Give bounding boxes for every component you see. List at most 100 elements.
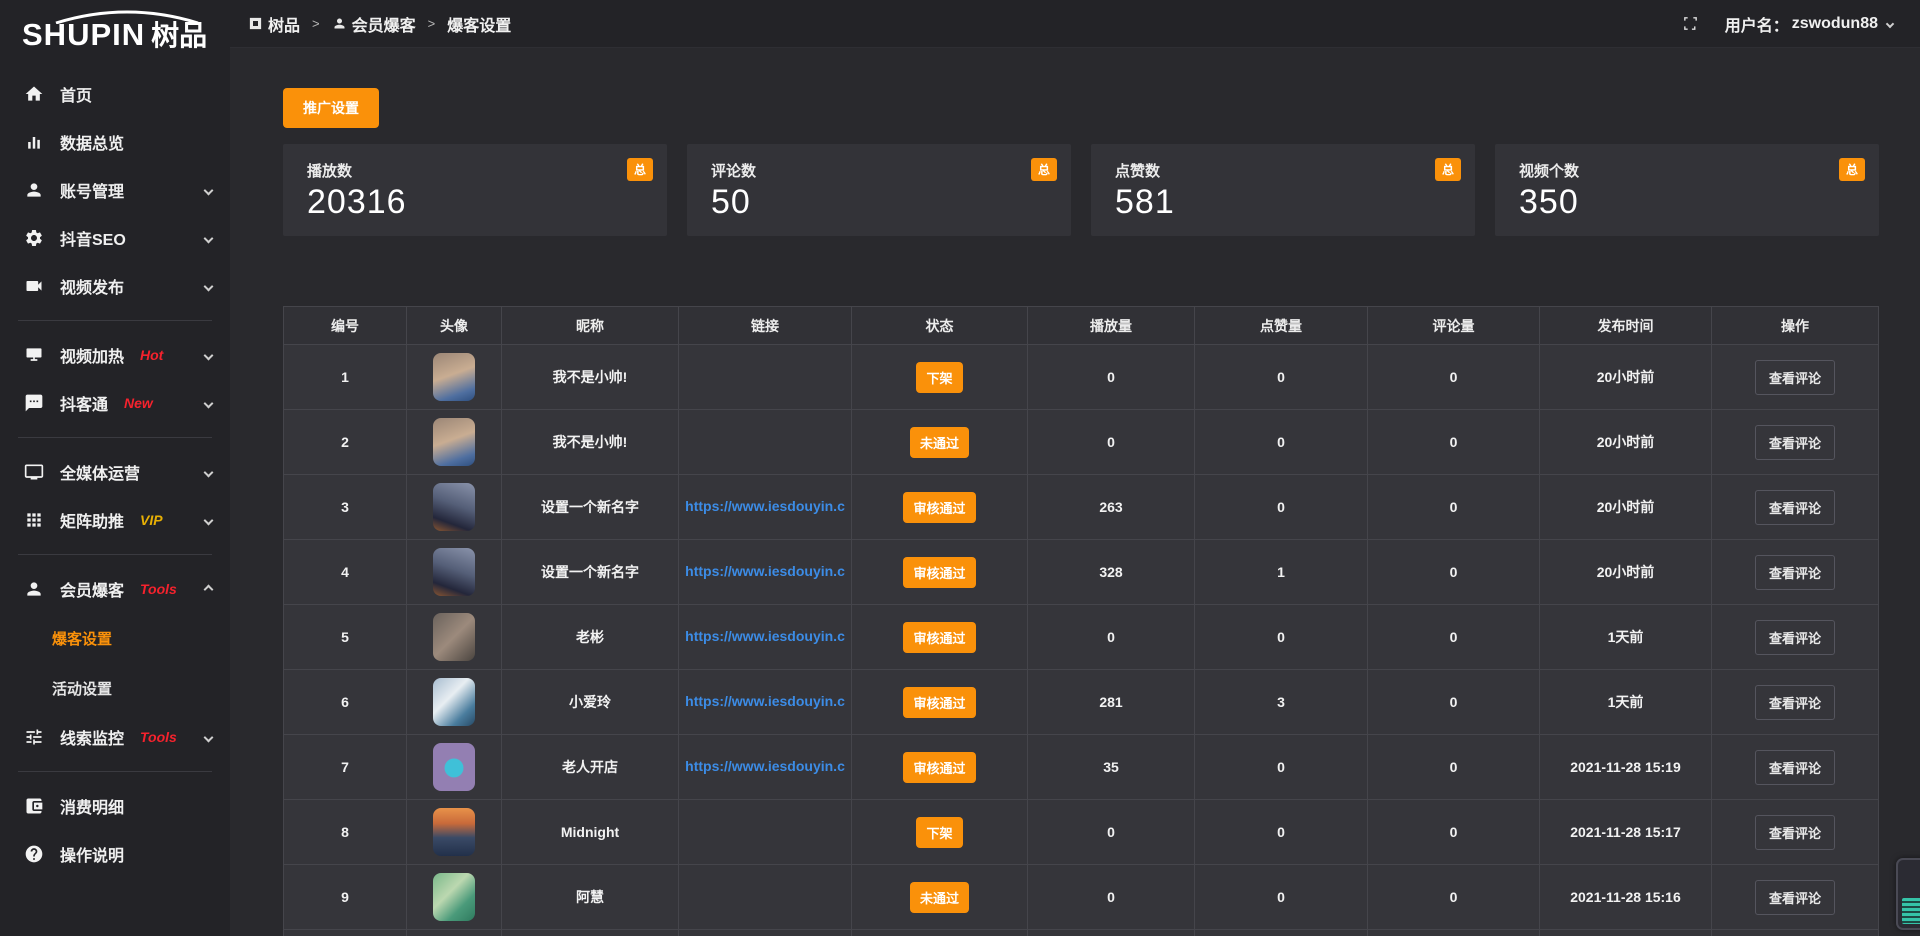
- view-comments-button[interactable]: 查看评论: [1755, 750, 1835, 785]
- status-cell: 未通过: [852, 865, 1028, 930]
- avatar: [433, 613, 475, 661]
- sidebar-item-label: 矩阵助推: [60, 508, 124, 532]
- avatar-cell: [407, 410, 502, 475]
- sidebar-item[interactable]: 首页: [0, 70, 230, 118]
- avatar-cell: [407, 865, 502, 930]
- video-link[interactable]: https://www.iesdouyin.c: [685, 758, 845, 774]
- sidebar-subitem[interactable]: 活动设置: [0, 663, 230, 713]
- sidebar-item[interactable]: 全媒体运营: [0, 448, 230, 496]
- time-cell: 20小时前: [1540, 540, 1712, 605]
- breadcrumb: 树品 > 会员爆客 > 爆客设置: [248, 12, 511, 36]
- total-badge: 总: [627, 158, 653, 181]
- stat-card: 视频个数350总: [1495, 144, 1879, 236]
- sidebar-item[interactable]: 数据总览: [0, 118, 230, 166]
- member-icon: [24, 579, 44, 599]
- floating-widget[interactable]: [1896, 858, 1920, 930]
- view-comments-button[interactable]: 查看评论: [1755, 555, 1835, 590]
- sidebar-item-tag: VIP: [140, 512, 163, 528]
- nickname-cell: 小爱玲: [502, 670, 679, 735]
- avatar: [433, 353, 475, 401]
- likes-cell: 0: [1195, 800, 1368, 865]
- time-cell: 2021-11-28 15:16: [1540, 865, 1712, 930]
- row-id: 3: [284, 475, 407, 540]
- sidebar-item[interactable]: 账号管理: [0, 166, 230, 214]
- comments-cell: 0: [1368, 540, 1540, 605]
- link-cell: https://www.iesdouyin.c: [679, 735, 852, 800]
- chevron-down-icon: [1886, 19, 1894, 27]
- video-link[interactable]: https://www.iesdouyin.c: [685, 693, 845, 709]
- likes-cell: 0: [1195, 735, 1368, 800]
- likes-cell: 1: [1195, 540, 1368, 605]
- chevron-down-icon: [204, 398, 214, 408]
- sidebar-item-label: 全媒体运营: [60, 460, 140, 484]
- stat-value: 20316: [307, 183, 667, 222]
- time-cell: 20小时前: [1540, 345, 1712, 410]
- nickname-cell: 老人开店: [502, 735, 679, 800]
- link-cell: https://www.iesdouyin.c: [679, 605, 852, 670]
- sidebar-item-tag: Hot: [140, 347, 163, 363]
- breadcrumb-separator: >: [428, 16, 436, 31]
- grid-icon: [24, 510, 44, 530]
- view-comments-button[interactable]: 查看评论: [1755, 880, 1835, 915]
- sidebar-item[interactable]: 线索监控Tools: [0, 713, 230, 761]
- stat-cards: 播放数20316总评论数50总点赞数581总视频个数350总: [283, 144, 1879, 236]
- video-link[interactable]: https://www.iesdouyin.c: [685, 498, 845, 514]
- promo-settings-button[interactable]: 推广设置: [283, 88, 379, 128]
- comments-cell: 0: [1368, 345, 1540, 410]
- user-menu[interactable]: 用户名：zswodun88: [1725, 12, 1893, 36]
- video-link[interactable]: https://www.iesdouyin.c: [685, 628, 845, 644]
- sidebar-item[interactable]: 抖音SEO: [0, 214, 230, 262]
- sidebar-item[interactable]: 矩阵助推 VIP: [0, 496, 230, 544]
- sidebar-item[interactable]: 会员爆客Tools: [0, 565, 230, 613]
- sidebar-subitem-label: 活动设置: [52, 678, 112, 699]
- breadcrumb-item[interactable]: 会员爆客: [352, 12, 416, 36]
- video-link[interactable]: https://www.iesdouyin.c: [685, 563, 845, 579]
- monitor-icon: [24, 462, 44, 482]
- stat-card: 播放数20316总: [283, 144, 667, 236]
- username-value: zswodun88: [1792, 15, 1878, 33]
- sidebar-subitem[interactable]: 爆客设置: [0, 613, 230, 663]
- plays-cell: 0: [1028, 865, 1195, 930]
- sidebar-item[interactable]: 视频发布: [0, 262, 230, 310]
- time-cell: 1天前: [1540, 670, 1712, 735]
- floating-widget-bars: [1902, 898, 1920, 924]
- sidebar-item[interactable]: 抖客通New: [0, 379, 230, 427]
- stat-label: 播放数: [307, 160, 667, 181]
- view-comments-button[interactable]: 查看评论: [1755, 490, 1835, 525]
- status-badge: 审核通过: [903, 687, 975, 718]
- table-row: 4设置一个新名字https://www.iesdouyin.c审核通过32810…: [284, 540, 1879, 605]
- sidebar-item-label: 数据总览: [60, 130, 124, 154]
- sidebar-divider: [18, 320, 212, 321]
- view-comments-button[interactable]: 查看评论: [1755, 685, 1835, 720]
- row-id: 5: [284, 605, 407, 670]
- gear-icon: [24, 228, 44, 248]
- topbar-right: 用户名：zswodun88: [1682, 12, 1893, 36]
- view-comments-button[interactable]: 查看评论: [1755, 425, 1835, 460]
- table-row: 7老人开店https://www.iesdouyin.c审核通过35002021…: [284, 735, 1879, 800]
- view-comments-button[interactable]: 查看评论: [1755, 815, 1835, 850]
- column-header: 昵称: [502, 307, 679, 345]
- breadcrumb-item[interactable]: 树品: [268, 12, 300, 36]
- table-row: 6小爱玲https://www.iesdouyin.c审核通过281301天前查…: [284, 670, 1879, 735]
- view-comments-button[interactable]: 查看评论: [1755, 360, 1835, 395]
- avatar-cell: [407, 670, 502, 735]
- action-cell: 查看评论: [1712, 865, 1879, 930]
- app-icon: [248, 16, 263, 31]
- action-cell: 查看评论: [1712, 800, 1879, 865]
- status-cell: 审核通过: [852, 670, 1028, 735]
- sidebar-item[interactable]: 消费明细: [0, 782, 230, 830]
- table-row: 9阿慧未通过0002021-11-28 15:16查看评论: [284, 865, 1879, 930]
- column-header: 评论量: [1368, 307, 1540, 345]
- comments-cell: 0: [1368, 670, 1540, 735]
- column-header: 状态: [852, 307, 1028, 345]
- action-cell: 查看评论: [1712, 410, 1879, 475]
- fullscreen-icon[interactable]: [1682, 15, 1699, 32]
- stat-card: 点赞数581总: [1091, 144, 1475, 236]
- view-comments-button[interactable]: 查看评论: [1755, 620, 1835, 655]
- sidebar-item[interactable]: 视频加热Hot: [0, 331, 230, 379]
- comments-cell: 0: [1368, 735, 1540, 800]
- avatar-cell: [407, 475, 502, 540]
- sidebar-item[interactable]: 操作说明: [0, 830, 230, 878]
- stat-label: 评论数: [711, 160, 1071, 181]
- breadcrumb-current: 爆客设置: [447, 12, 511, 36]
